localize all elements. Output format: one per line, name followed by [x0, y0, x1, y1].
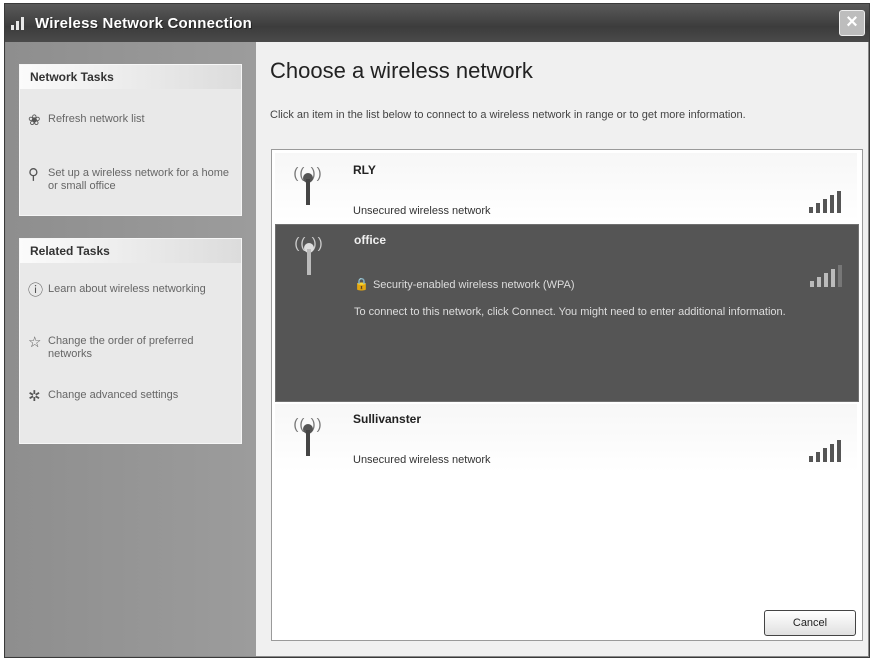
- task-label: Set up a wireless network for a home or …: [48, 167, 229, 192]
- close-icon: ×: [846, 11, 858, 33]
- network-status-label: Security-enabled wireless network (WPA): [372, 279, 575, 291]
- change-network-order-link[interactable]: ☆ Change the order of preferred networks: [28, 335, 235, 361]
- wireless-network-window: Wireless Network Connection × Network Ta…: [4, 3, 870, 658]
- main-content: Choose a wireless network Click an item …: [256, 42, 868, 656]
- network-name: office: [354, 233, 387, 247]
- signal-strength-icon: [809, 191, 843, 213]
- learn-wireless-link[interactable]: ⓘ Learn about wireless networking: [28, 283, 235, 299]
- task-label: Change advanced settings: [48, 389, 179, 401]
- cancel-button[interactable]: Cancel: [764, 610, 856, 636]
- network-name: Sullivanster: [353, 412, 422, 426]
- network-list: (( )) RLY Unsecured wireless network (( …: [271, 149, 863, 641]
- refresh-icon: ❀: [28, 112, 41, 129]
- info-icon: ⓘ: [28, 282, 44, 299]
- page-title: Choose a wireless network: [270, 58, 533, 83]
- network-status: 🔒 Security-enabled wireless network (WPA): [354, 277, 574, 291]
- task-label: Learn about wireless networking: [48, 283, 206, 295]
- antenna-icon: (( )): [289, 416, 327, 456]
- network-description: To connect to this network, click Connec…: [354, 306, 786, 318]
- signal-strength-icon: [809, 440, 843, 462]
- close-button[interactable]: ×: [839, 10, 865, 36]
- star-icon: ☆: [28, 334, 42, 351]
- setup-wireless-network-link[interactable]: ⚲ Set up a wireless network for a home o…: [28, 167, 235, 193]
- related-tasks-panel: Related Tasks ⓘ Learn about wireless net…: [19, 238, 242, 444]
- network-tasks-panel: Network Tasks ❀ Refresh network list ⚲ S…: [19, 64, 242, 216]
- signal-strength-icon: [810, 265, 844, 287]
- network-name: RLY: [353, 163, 376, 177]
- instruction-text: Click an item in the list below to conne…: [270, 109, 746, 121]
- network-status: Unsecured wireless network: [353, 454, 491, 466]
- network-tasks-header: Network Tasks: [20, 65, 241, 89]
- lock-icon: 🔒: [354, 277, 369, 291]
- network-item-sullivanster[interactable]: (( )) Sullivanster Unsecured wireless ne…: [275, 404, 857, 472]
- refresh-network-list-link[interactable]: ❀ Refresh network list: [28, 113, 235, 129]
- change-advanced-settings-link[interactable]: ✲ Change advanced settings: [28, 389, 235, 405]
- task-label: Refresh network list: [48, 113, 145, 125]
- wireless-icon: [11, 16, 29, 30]
- network-item-office[interactable]: (( )) office 🔒 Security-enabled wireless …: [275, 224, 859, 402]
- network-item-rly[interactable]: (( )) RLY Unsecured wireless network: [275, 153, 857, 221]
- window-title: Wireless Network Connection: [35, 14, 252, 32]
- sidebar: Network Tasks ❀ Refresh network list ⚲ S…: [6, 42, 256, 656]
- title-bar: Wireless Network Connection ×: [5, 4, 869, 42]
- task-label: Change the order of preferred networks: [48, 335, 194, 360]
- antenna-icon: (( )): [290, 235, 328, 275]
- antenna-icon: (( )): [289, 165, 327, 205]
- setup-network-icon: ⚲: [28, 166, 39, 183]
- settings-icon: ✲: [28, 388, 41, 405]
- related-tasks-header: Related Tasks: [20, 239, 241, 263]
- network-status: Unsecured wireless network: [353, 205, 491, 217]
